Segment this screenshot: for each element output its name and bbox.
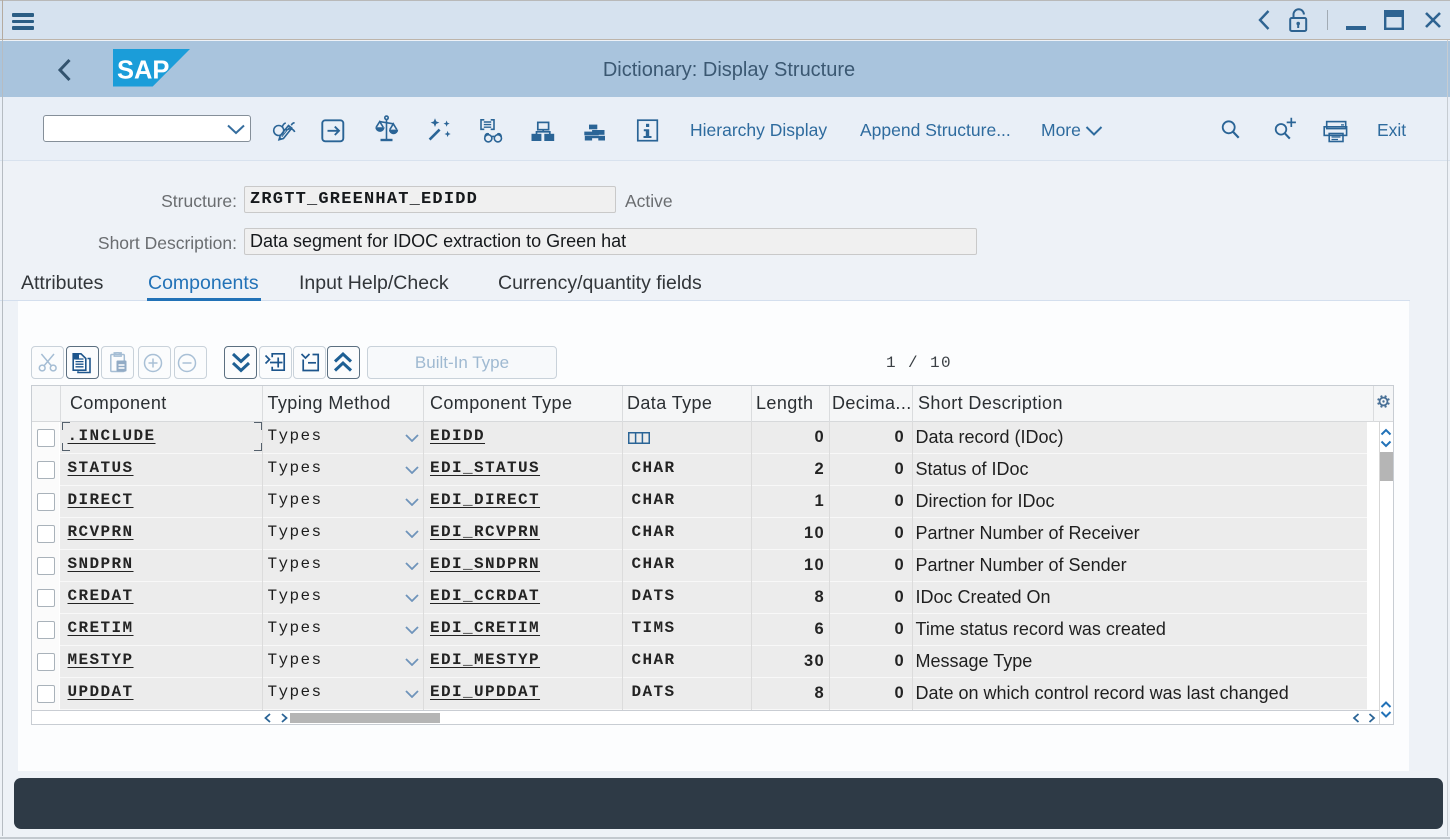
- svg-text:SAP: SAP: [117, 56, 169, 84]
